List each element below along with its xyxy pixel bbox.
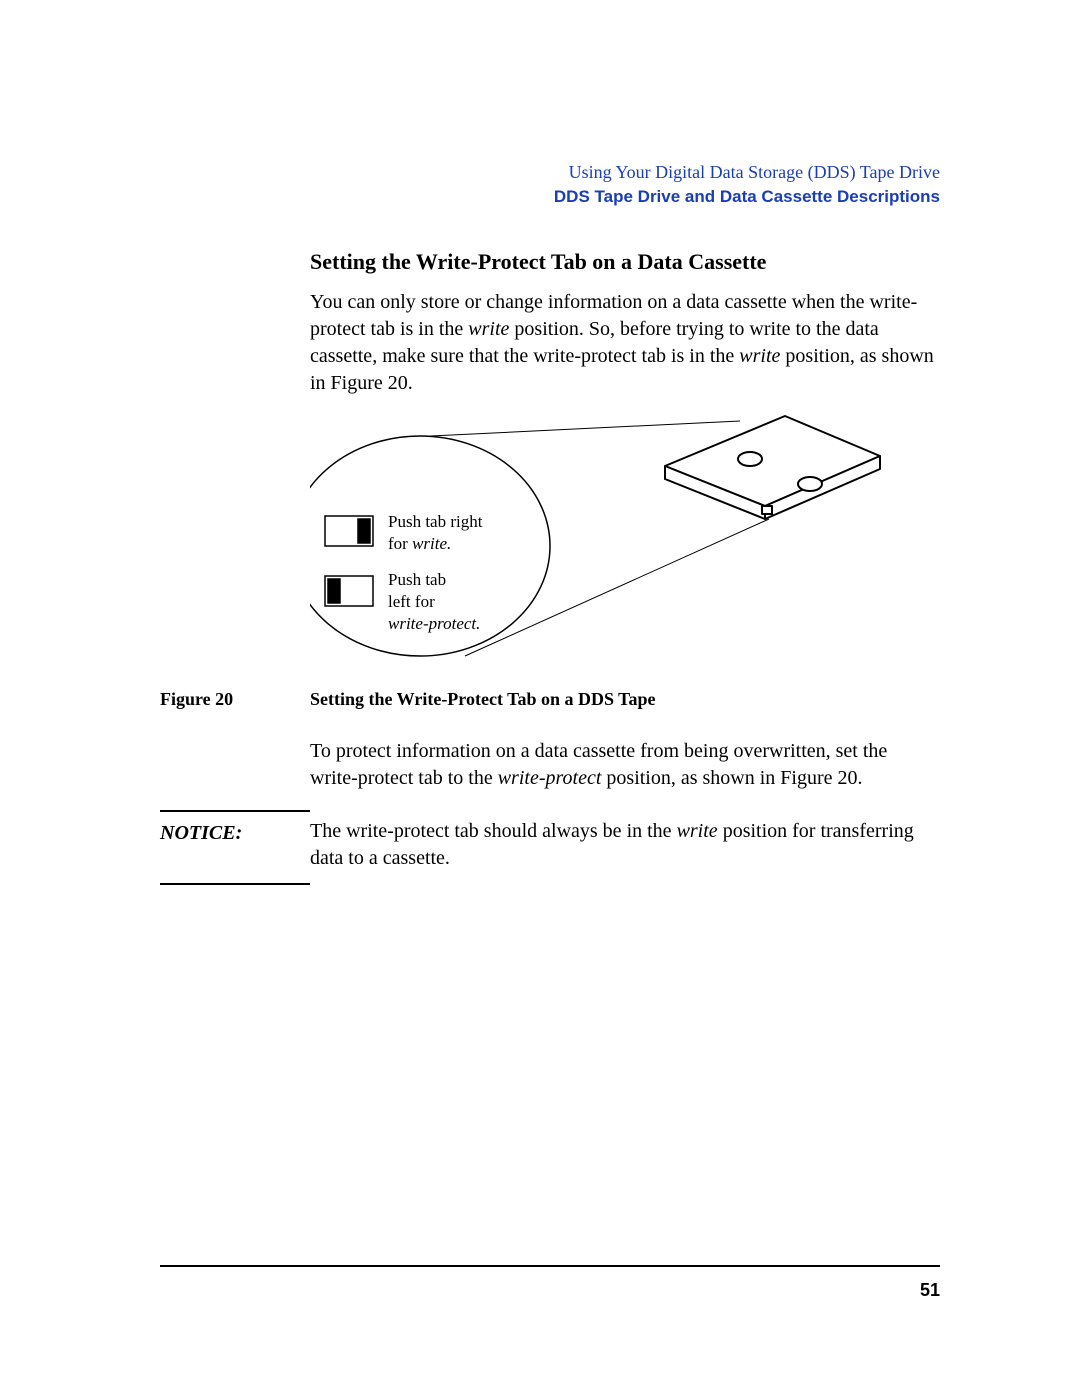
text-italic: write. [412,534,451,553]
text: position, as shown in Figure 20. [601,767,862,789]
body-paragraph: You can only store or change information… [310,289,940,397]
text-italic: write [468,318,509,340]
text-italic: write [739,345,780,367]
figure-label: Figure 20 [160,689,310,710]
section-heading: Setting the Write-Protect Tab on a Data … [310,249,940,275]
figure-annotation-write: Push tab right for write. [388,511,482,555]
figure-annotation-protect: Push tab left for write-protect. [388,569,480,635]
notice-text: The write-protect tab should always be i… [310,810,940,872]
page-header: Using Your Digital Data Storage (DDS) Ta… [160,160,940,209]
text: Push tab right [388,512,482,531]
text-italic: write-protect. [388,614,480,633]
figure-diagram: Push tab right for write. Push tab left … [310,411,940,671]
page-number: 51 [920,1280,940,1301]
chapter-title: Using Your Digital Data Storage (DDS) Ta… [160,160,940,185]
notice: NOTICE: The write-protect tab should alw… [160,810,940,885]
footer-rule [160,1265,940,1267]
text: Push tab [388,570,446,589]
figure-caption-row: Figure 20 Setting the Write-Protect Tab … [160,689,940,710]
text-italic: write-protect [498,767,602,789]
notice-label: NOTICE: [160,810,310,885]
section-title: DDS Tape Drive and Data Cassette Descrip… [160,185,940,209]
text: left for [388,592,435,611]
text: The write-protect tab should always be i… [310,820,677,842]
text: for [388,534,412,553]
figure-caption: Setting the Write-Protect Tab on a DDS T… [310,689,656,710]
text-italic: write [677,820,718,842]
body-paragraph: To protect information on a data cassett… [310,738,940,792]
